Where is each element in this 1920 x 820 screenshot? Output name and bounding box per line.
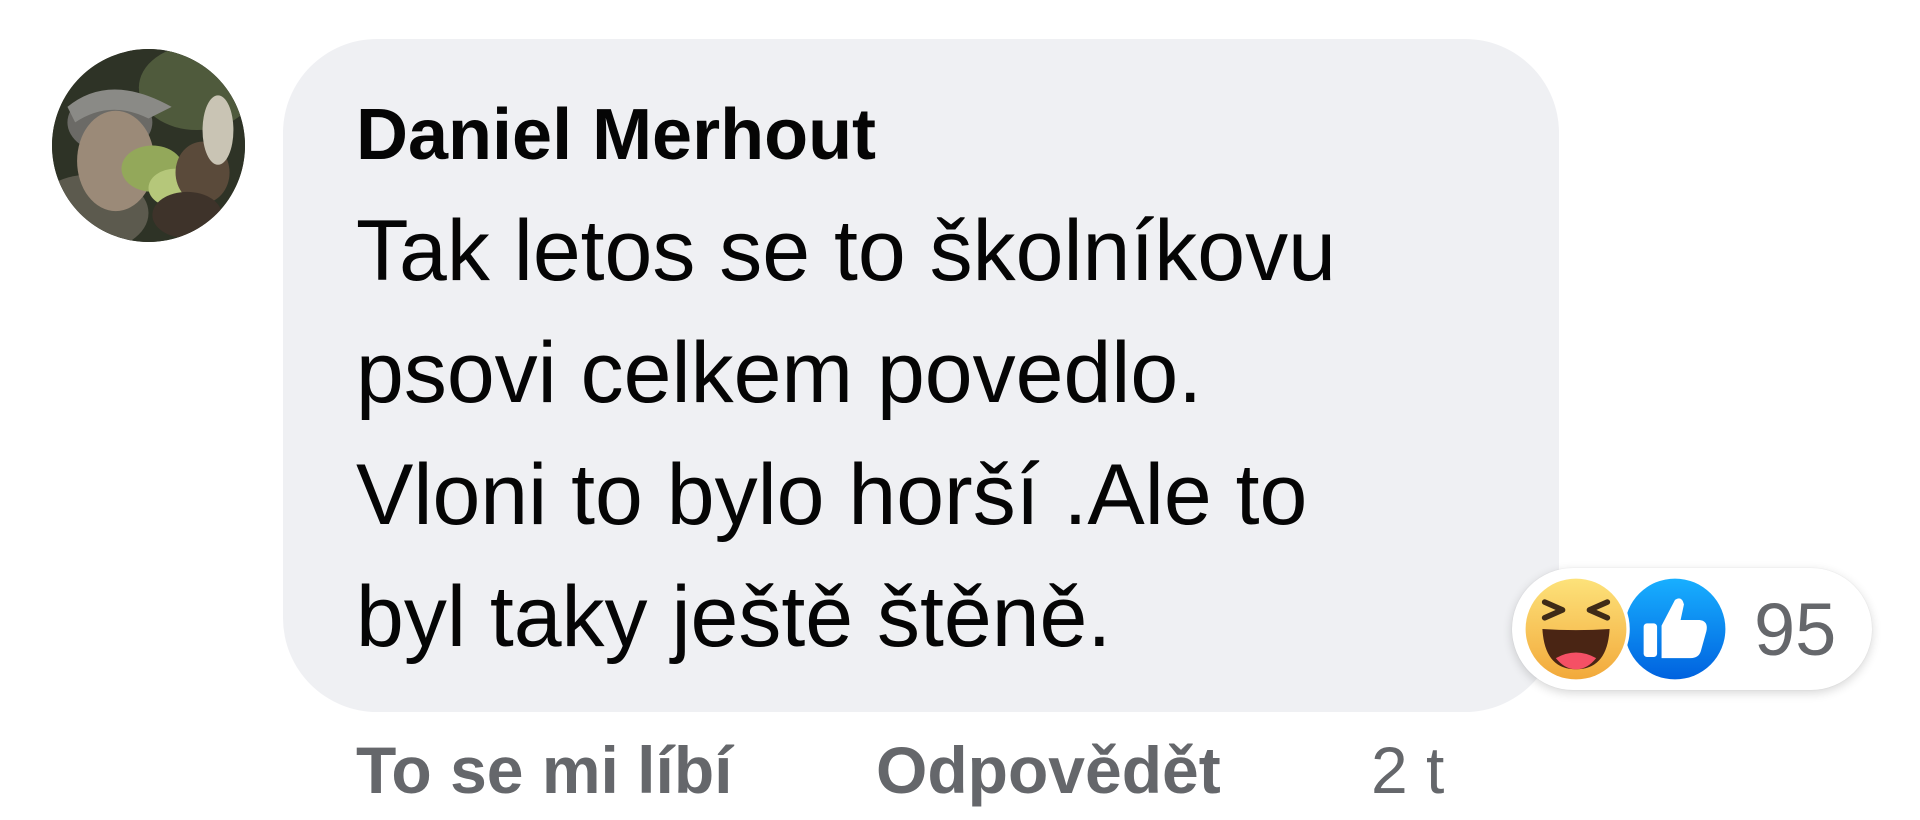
reply-button[interactable]: Odpovědět <box>876 730 1221 810</box>
comment-timestamp[interactable]: 2 t <box>1371 730 1444 810</box>
comment-text: Tak letos se to školníkovu psovi celkem … <box>356 190 1496 678</box>
reactions-summary[interactable]: 95 <box>1512 568 1872 690</box>
comment-text-line: Vloni to bylo horší .Ale to <box>356 447 1308 543</box>
like-button[interactable]: To se mi líbí <box>356 730 733 810</box>
reaction-count: 95 <box>1754 588 1837 671</box>
like-thumb-icon <box>1619 573 1731 685</box>
comment: Daniel Merhout Tak letos se to školníkov… <box>0 0 1920 820</box>
avatar[interactable] <box>52 49 245 242</box>
haha-emoji-icon <box>1520 573 1632 685</box>
comment-text-line: Tak letos se to školníkovu <box>356 203 1336 299</box>
comment-text-line: psovi celkem povedlo. <box>356 325 1203 421</box>
comment-text-line: byl taky ještě štěně. <box>356 569 1112 665</box>
avatar-photo <box>52 49 245 242</box>
comment-author-name[interactable]: Daniel Merhout <box>356 92 876 178</box>
